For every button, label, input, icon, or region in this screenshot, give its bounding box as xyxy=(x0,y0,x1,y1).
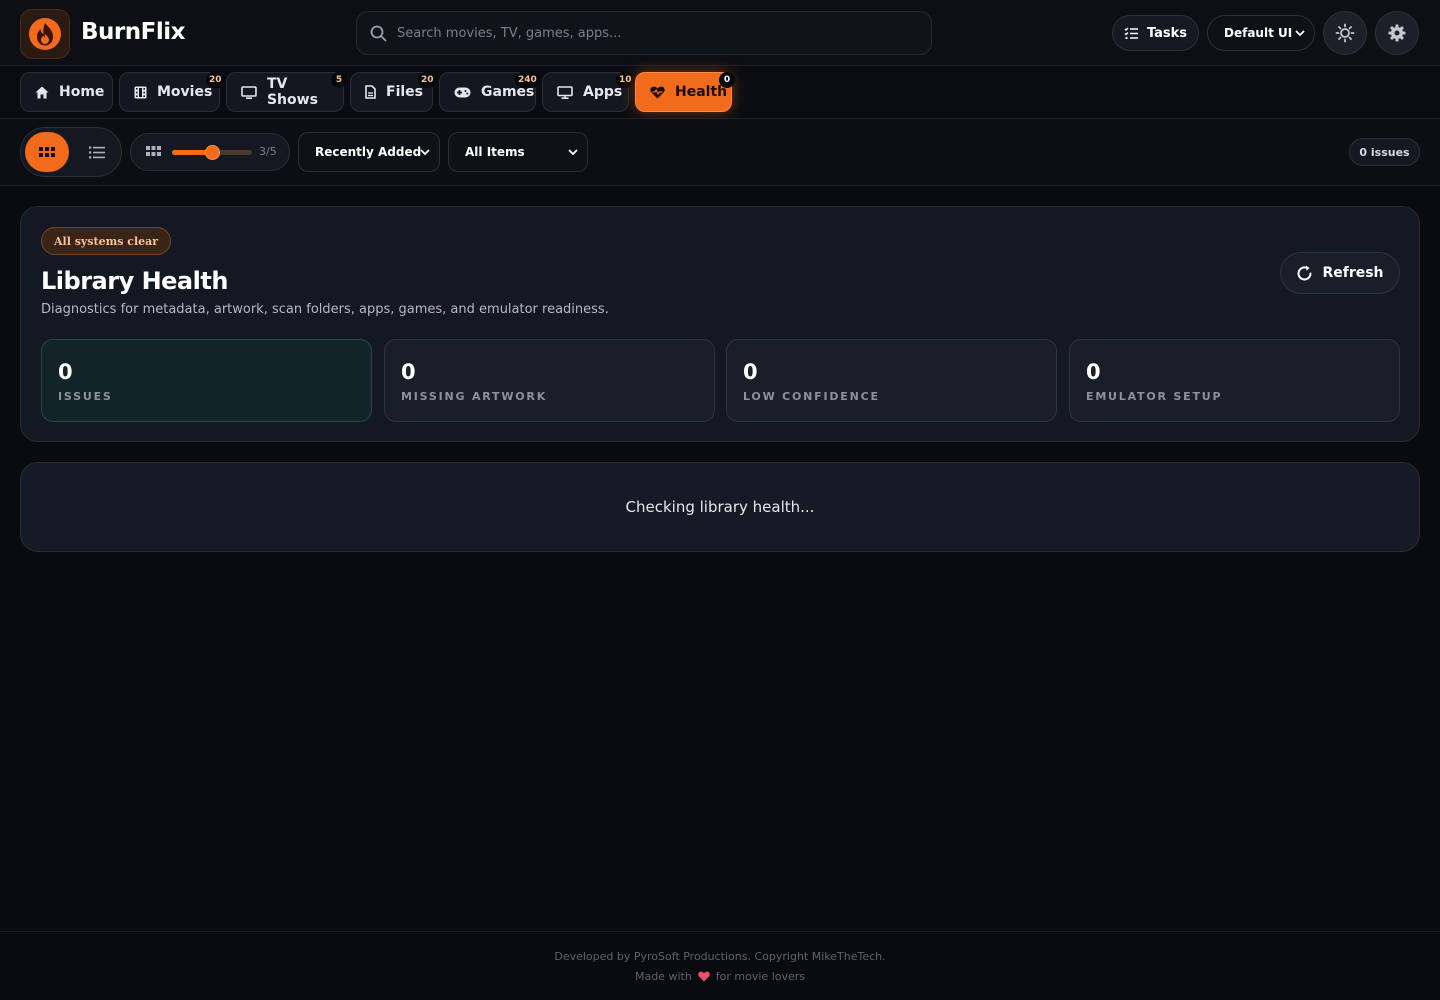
brand-name[interactable]: BurnFlix xyxy=(81,19,185,45)
library-health-panel: All systems clear Library Health Diagnos… xyxy=(20,206,1420,442)
tab-games[interactable]: Games 240 xyxy=(439,72,540,112)
tab-label: Apps xyxy=(583,84,623,100)
list-icon xyxy=(89,146,105,158)
tab-tv-shows[interactable]: TV Shows 5 xyxy=(226,72,347,112)
tab-label: Health xyxy=(675,84,728,100)
issues-count-pill: 0 issues xyxy=(1349,138,1420,166)
tv-icon xyxy=(241,85,257,99)
filter-value: All Items xyxy=(465,145,525,159)
tab-count-badge: 240 xyxy=(515,72,540,88)
tab-count-badge: 20 xyxy=(206,72,225,88)
tasks-label: Tasks xyxy=(1146,25,1188,41)
tab-label: Home xyxy=(59,84,105,100)
tab-count-badge: 20 xyxy=(418,72,437,88)
view-toggle xyxy=(20,127,122,177)
search-bar[interactable] xyxy=(356,11,932,55)
film-icon xyxy=(134,86,147,98)
file-icon xyxy=(365,85,376,99)
grid-view-button[interactable] xyxy=(25,132,69,172)
stat-label: EMULATOR SETUP xyxy=(1086,390,1223,403)
list-view-button[interactable] xyxy=(75,132,119,172)
stat-label: LOW CONFIDENCE xyxy=(743,390,880,403)
page-description: Diagnostics for metadata, artwork, scan … xyxy=(41,302,609,317)
stat-value: 0 xyxy=(58,360,73,384)
main-nav: Home Movies 20 TV Shows 5 Files 20 Games… xyxy=(0,66,1440,119)
card-size-value: 3/5 xyxy=(259,145,277,158)
sort-value: Recently Added xyxy=(315,145,422,159)
theme-toggle-button[interactable] xyxy=(1323,11,1367,55)
tab-movies[interactable]: Movies 20 xyxy=(119,72,225,112)
ui-mode-select[interactable]: Default UI xyxy=(1207,15,1315,51)
health-loading-panel: Checking library health... xyxy=(20,462,1420,552)
refresh-button[interactable]: Refresh xyxy=(1280,252,1400,294)
footer-for-text: for movie lovers xyxy=(715,970,806,983)
loading-message: Checking library health... xyxy=(625,498,815,516)
tab-label: Movies xyxy=(157,84,213,100)
task-list-icon xyxy=(1124,27,1138,39)
stat-value: 0 xyxy=(401,360,416,384)
tab-apps[interactable]: Apps 10 xyxy=(542,72,635,112)
home-icon xyxy=(35,86,49,98)
tab-health[interactable]: Health 0 xyxy=(635,72,735,112)
tab-home[interactable]: Home xyxy=(20,72,113,112)
tasks-button[interactable]: Tasks xyxy=(1112,15,1199,51)
sun-icon xyxy=(1335,23,1355,43)
tab-label: Files xyxy=(386,84,423,100)
chevron-down-icon xyxy=(420,149,430,156)
stat-value: 0 xyxy=(743,360,758,384)
slider-thumb[interactable] xyxy=(204,145,220,160)
refresh-icon xyxy=(1297,265,1312,280)
stat-label: ISSUES xyxy=(58,390,113,403)
footer-made-with: Made with xyxy=(634,970,692,983)
heartbeat-icon xyxy=(650,86,665,98)
settings-button[interactable] xyxy=(1375,11,1419,55)
monitor-icon xyxy=(557,85,573,99)
flame-icon xyxy=(29,18,61,50)
chevron-down-icon xyxy=(1295,30,1305,37)
card-size-control: 3/5 xyxy=(130,133,290,171)
stat-card-missing-artwork: 0 MISSING ARTWORK xyxy=(384,339,715,422)
tab-files[interactable]: Files 20 xyxy=(350,72,437,112)
page-title: Library Health xyxy=(41,267,228,295)
chevron-down-icon xyxy=(568,149,578,156)
footer: Developed by PyroSoft Productions. Copyr… xyxy=(0,931,1440,1000)
footer-credits: Developed by PyroSoft Productions. Copyr… xyxy=(554,950,886,963)
card-size-slider[interactable] xyxy=(172,145,252,160)
grid-icon xyxy=(39,147,55,157)
status-badge: All systems clear xyxy=(41,227,172,255)
app-header: BurnFlix Tasks Default UI xyxy=(0,0,1440,66)
stat-card-low-confidence: 0 LOW CONFIDENCE xyxy=(726,339,1057,422)
tab-count-badge: 0 xyxy=(719,72,735,88)
search-icon xyxy=(370,25,387,42)
tab-count-badge: 5 xyxy=(331,72,347,88)
ui-mode-value: Default UI xyxy=(1224,26,1293,40)
gamepad-icon xyxy=(454,87,471,97)
grid-density-icon xyxy=(146,146,161,156)
stat-label: MISSING ARTWORK xyxy=(401,390,548,403)
sort-select[interactable]: Recently Added xyxy=(298,132,440,172)
heart-icon xyxy=(698,971,710,982)
stat-card-emulator-setup: 0 EMULATOR SETUP xyxy=(1069,339,1400,422)
logo[interactable] xyxy=(20,9,70,59)
gear-icon xyxy=(1388,24,1406,42)
filter-select[interactable]: All Items xyxy=(448,132,588,172)
tab-count-badge: 10 xyxy=(616,72,635,88)
library-toolbar: 3/5 Recently Added All Items 0 issues xyxy=(0,119,1440,186)
stat-card-issues: 0 ISSUES xyxy=(41,339,372,422)
refresh-label: Refresh xyxy=(1322,265,1384,281)
stat-value: 0 xyxy=(1086,360,1101,384)
footer-tagline: Made with for movie lovers xyxy=(0,970,1440,983)
search-input[interactable] xyxy=(397,12,917,54)
